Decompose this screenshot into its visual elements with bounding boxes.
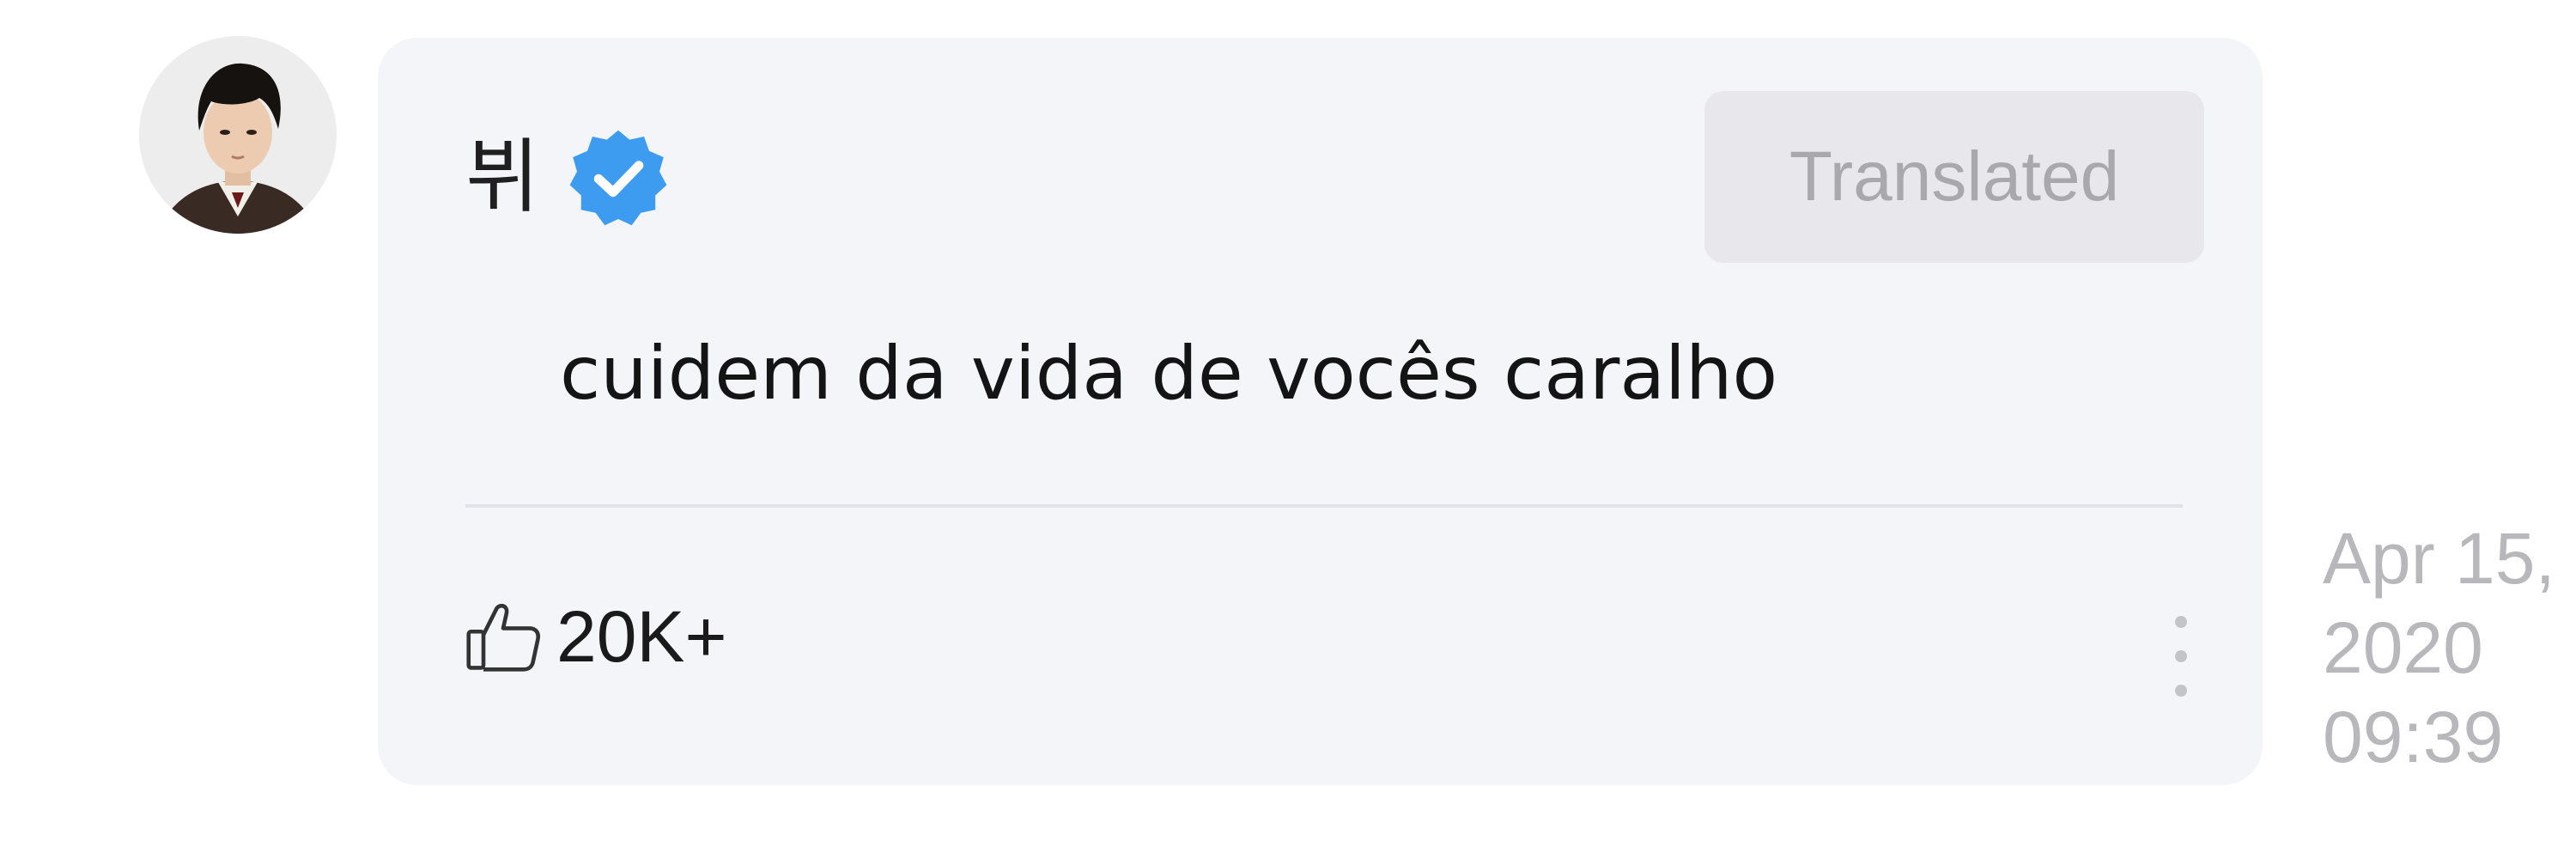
translated-button[interactable]: Translated	[1704, 91, 2204, 263]
timestamp: Apr 15, 2020 09:39	[2323, 514, 2555, 782]
avatar[interactable]	[139, 36, 337, 234]
message-text: cuidem da vida de vocês caralho	[560, 331, 1778, 417]
more-options-button[interactable]	[2147, 588, 2215, 725]
author-row: 뷔	[465, 122, 670, 234]
like-button[interactable]: 20K+	[464, 581, 727, 692]
timestamp-year: 2020	[2323, 607, 2483, 688]
more-vertical-icon	[2175, 616, 2187, 628]
username[interactable]: 뷔	[465, 137, 539, 218]
timestamp-date: Apr 15,	[2323, 518, 2555, 599]
message-screen: 뷔 Translated cuidem da vida de vocês car…	[0, 0, 2576, 859]
thumbs-up-icon	[466, 603, 541, 672]
like-count: 20K+	[556, 596, 727, 677]
profile-photo	[139, 36, 337, 234]
verified-badge-icon	[570, 130, 667, 226]
divider	[465, 504, 2183, 508]
timestamp-time: 09:39	[2323, 697, 2504, 777]
message-card: 뷔 Translated cuidem da vida de vocês car…	[378, 38, 2263, 785]
